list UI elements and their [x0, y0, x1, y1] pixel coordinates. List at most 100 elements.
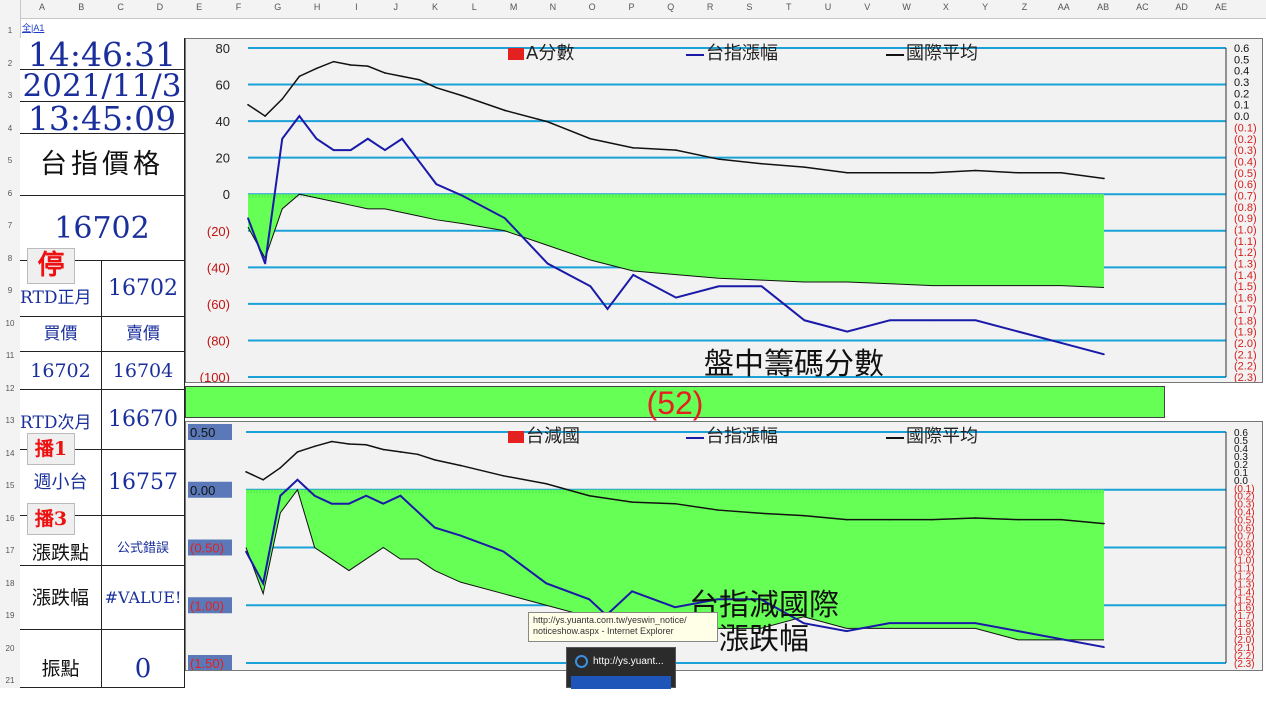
chip-score-chart: 80 60 40 20 0 (20) (40) (60) (80) (100) 0.6 0.5 0.4 0… [185, 38, 1263, 385]
column-header-x[interactable]: X [931, 2, 961, 12]
column-header-e[interactable]: E [184, 2, 214, 12]
amplitude-value: 0 [102, 630, 185, 688]
row-header-13[interactable]: 13 [0, 416, 20, 425]
data-point-國際平均 [348, 443, 350, 445]
taskbar-thumbnail[interactable]: http://ys.yuant... [566, 647, 676, 689]
data-point-台指漲幅 [382, 502, 385, 505]
column-header-ad[interactable]: AD [1167, 2, 1197, 12]
y2-tick-label: (0.5) [1234, 168, 1257, 180]
y2-tick-label: 0.4 [1234, 66, 1249, 78]
row-header-18[interactable]: 18 [0, 579, 20, 588]
row-header-21[interactable]: 21 [0, 676, 20, 685]
data-point-國際平均 [433, 459, 436, 461]
data-point-台指漲幅 [974, 622, 977, 624]
row-header-9[interactable]: 9 [0, 286, 20, 295]
column-header-o[interactable]: O [577, 2, 607, 12]
bid-value: 16702 [20, 352, 102, 390]
data-point-台指漲幅 [279, 494, 282, 497]
play3-button[interactable]: 播3 [27, 503, 75, 535]
row-header-2[interactable]: 2 [0, 59, 20, 68]
price-label: 台指價格 [20, 134, 185, 196]
data-point-台指漲幅 [674, 606, 676, 609]
column-header-j[interactable]: J [381, 2, 411, 12]
data-point-台指漲幅 [803, 319, 806, 322]
column-header-v[interactable]: V [852, 2, 882, 12]
column-header-b[interactable]: B [66, 2, 96, 12]
row-header-5[interactable]: 5 [0, 156, 20, 165]
column-header-aa[interactable]: AA [1049, 2, 1079, 12]
y2-tick-label: (1.5) [1234, 281, 1257, 293]
column-header-ac[interactable]: AC [1127, 2, 1157, 12]
column-header-d[interactable]: D [145, 2, 175, 12]
row-header-3[interactable]: 3 [0, 91, 20, 100]
quote-panel: 14:46:31 2021/11/3 13:45:09 台指價格 16702 R… [20, 38, 185, 688]
data-point-國際平均 [846, 171, 848, 174]
data-point-國際平均 [760, 162, 763, 165]
stop-button[interactable]: 停 [27, 248, 75, 284]
data-point-國際平均 [845, 518, 848, 521]
y-tick-label: 20 [216, 151, 230, 166]
row-header-11[interactable]: 11 [0, 351, 20, 360]
legend-label: 國際平均 [906, 43, 978, 64]
data-time: 13:45:09 [20, 102, 185, 135]
row-header-17[interactable]: 17 [0, 546, 20, 555]
row-header-20[interactable]: 20 [0, 644, 20, 653]
y2-tick-label: (1.1) [1234, 236, 1257, 248]
column-header-w[interactable]: W [892, 2, 922, 12]
tooltip-line1: http://ys.yuanta.com.tw/yeswin_notice/ [533, 615, 687, 625]
data-point-國際平均 [245, 471, 247, 473]
column-header-y[interactable]: Y [970, 2, 1000, 12]
row-header-1[interactable]: 1 [0, 26, 20, 35]
name-box-link[interactable]: 全|A1 [22, 21, 44, 34]
column-header-ab[interactable]: AB [1088, 2, 1118, 12]
column-header-ae[interactable]: AE [1206, 2, 1236, 12]
column-header-r[interactable]: R [695, 2, 725, 12]
data-point-台指漲幅 [931, 622, 934, 624]
y-tick-label: 80 [216, 41, 230, 56]
data-point-台指漲幅 [1060, 342, 1062, 344]
column-header-i[interactable]: I [341, 2, 371, 12]
row-header-7[interactable]: 7 [0, 221, 20, 230]
column-header-u[interactable]: U [813, 2, 843, 12]
y2-tick-label: (0.1) [1234, 122, 1257, 134]
row-header-14[interactable]: 14 [0, 449, 20, 458]
column-header-k[interactable]: K [420, 2, 450, 12]
row-header-19[interactable]: 19 [0, 611, 20, 620]
column-header-h[interactable]: H [302, 2, 332, 12]
select-all-corner[interactable] [0, 0, 21, 18]
score-bar: (52) [185, 386, 1165, 419]
column-header-q[interactable]: Q [656, 2, 686, 12]
internet-explorer-icon [575, 655, 588, 668]
row-header-6[interactable]: 6 [0, 189, 20, 198]
row-header-15[interactable]: 15 [0, 481, 20, 490]
data-point-國際平均 [674, 502, 676, 505]
y2-tick-label: (1.3) [1234, 259, 1257, 271]
row-header-16[interactable]: 16 [0, 514, 20, 523]
column-header-z[interactable]: Z [1010, 2, 1040, 12]
data-point-國際平均 [545, 482, 548, 485]
column-header-f[interactable]: F [224, 2, 254, 12]
row-header-12[interactable]: 12 [0, 384, 20, 393]
row-header-10[interactable]: 10 [0, 319, 20, 328]
clock-time: 14:46:31 [20, 38, 185, 71]
data-point-台指漲幅 [606, 308, 609, 310]
data-point-台指漲幅 [675, 296, 677, 299]
column-header-a[interactable]: A [27, 2, 57, 12]
column-header-s[interactable]: S [734, 2, 764, 12]
column-header-c[interactable]: C [106, 2, 136, 12]
data-point-台指漲幅 [348, 502, 350, 505]
y2-tick-label: (2.0) [1234, 338, 1257, 350]
column-header-m[interactable]: M [499, 2, 529, 12]
legend-swatch [508, 431, 524, 443]
column-header-n[interactable]: N [538, 2, 568, 12]
row-header-4[interactable]: 4 [0, 124, 20, 133]
column-header-t[interactable]: T [774, 2, 804, 12]
column-header-p[interactable]: P [617, 2, 647, 12]
y2-tick-label: (0.7) [1234, 190, 1257, 202]
column-header-g[interactable]: G [263, 2, 293, 12]
play1-button[interactable]: 播1 [27, 433, 75, 465]
column-header-l[interactable]: L [459, 2, 489, 12]
data-point-台指漲幅 [1017, 330, 1020, 333]
row-header-8[interactable]: 8 [0, 254, 20, 263]
data-point-國際平均 [546, 120, 549, 123]
